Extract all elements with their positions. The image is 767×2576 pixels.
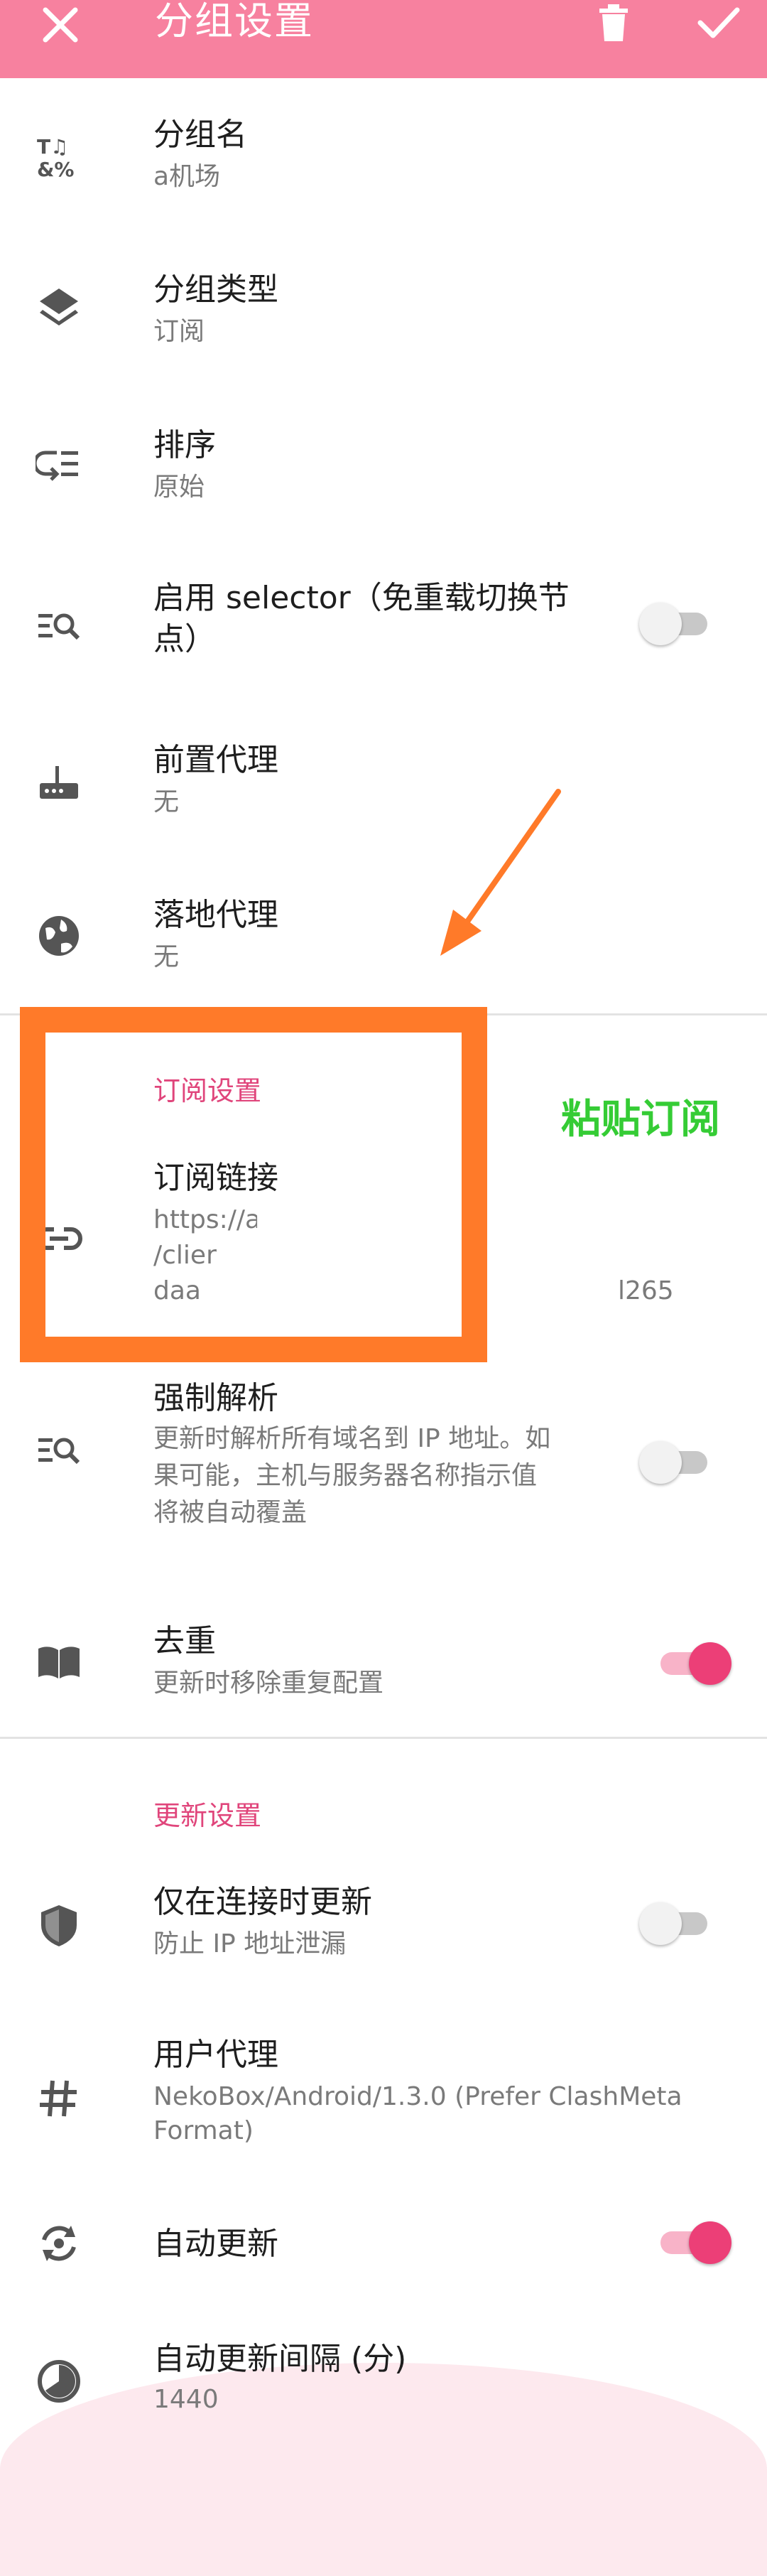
user-agent-line-1: NekoBox/Android/1.3.0 (Prefer ClashMeta [153, 2082, 682, 2111]
auto-update-interval-item[interactable]: 自动更新间隔 (分) 1440 [0, 2338, 767, 2459]
globe-icon [39, 916, 79, 956]
redaction-overlay [490, 1272, 611, 1329]
hash-icon [40, 2080, 77, 2117]
router-icon [40, 766, 78, 799]
sort-icon [36, 451, 78, 481]
item-title: 启用 selector（免重载切换节 [153, 580, 570, 616]
update-when-connected-toggle[interactable] [639, 1898, 710, 1948]
link-line-tail: l265 [618, 1276, 674, 1305]
dedup-item[interactable]: 去重 更新时移除重复配置 [0, 1613, 767, 1741]
svg-text:T♫: T♫ [37, 135, 68, 158]
auto-update-item[interactable]: 自动更新 [0, 2217, 767, 2317]
close-icon[interactable] [36, 3, 85, 53]
item-subtitle: 订阅 [153, 317, 205, 346]
group-name-item[interactable]: T♫ &% 分组名 a机场 [0, 107, 767, 249]
group-type-item[interactable]: 分组类型 订阅 [0, 262, 767, 404]
item-subtitle: 原始 [153, 473, 205, 502]
item-title-cont: 点） [153, 621, 216, 657]
item-title: 强制解析 [153, 1380, 278, 1416]
update-when-connected-item[interactable]: 仅在连接时更新 防止 IP 地址泄漏 [0, 1880, 767, 2022]
trash-icon[interactable] [592, 1, 635, 44]
landing-proxy-item[interactable]: 落地代理 无 [0, 887, 767, 1015]
shield-icon [41, 1905, 77, 1946]
item-subtitle: 1440 [153, 2385, 219, 2414]
search-list-icon [38, 1438, 80, 1465]
annotation-label: 粘贴订阅 [561, 1096, 720, 1143]
selector-item[interactable]: 启用 selector（免重载切换节 点） [0, 576, 767, 718]
auto-update-toggle[interactable] [653, 2217, 731, 2267]
user-agent-item[interactable]: 用户代理 NekoBox/Android/1.3.0 (Prefer Clash… [0, 2032, 767, 2174]
layers-icon [40, 289, 78, 325]
dedup-toggle[interactable] [653, 1638, 731, 1688]
item-desc-3: 将被自动覆盖 [153, 1498, 308, 1527]
item-title: 自动更新间隔 (分) [153, 2341, 407, 2377]
item-desc-1: 更新时解析所有域名到 IP 地址。如 [153, 1424, 551, 1453]
item-title: 排序 [153, 427, 216, 463]
timer-icon [38, 2360, 80, 2403]
item-title: 落地代理 [153, 897, 278, 933]
item-title: 前置代理 [153, 742, 278, 778]
page-title: 分组设置 [155, 0, 314, 43]
book-icon [38, 1647, 80, 1678]
svg-text:&%: &% [37, 158, 74, 180]
item-title: 用户代理 [153, 2037, 278, 2073]
selector-toggle[interactable] [639, 598, 710, 648]
force-resolve-item[interactable]: 强制解析 更新时解析所有域名到 IP 地址。如 果可能，主机与服务器名称指示值 … [0, 1379, 767, 1563]
annotation-arrow [440, 789, 561, 956]
item-subtitle: 更新时移除重复配置 [153, 1669, 384, 1698]
search-list-icon [38, 613, 80, 640]
item-subtitle: 无 [153, 942, 180, 971]
item-subtitle: 防止 IP 地址泄漏 [153, 1929, 347, 1958]
annotation-box [20, 1007, 487, 1362]
item-subtitle: a机场 [153, 162, 221, 191]
divider [0, 1737, 767, 1739]
text-format-icon: T♫ &% [37, 135, 74, 180]
item-title: 分组名 [153, 117, 247, 153]
item-subtitle: 无 [153, 787, 180, 817]
item-desc-2: 果可能，主机与服务器名称指示值 [153, 1461, 538, 1490]
front-proxy-item[interactable]: 前置代理 无 [0, 732, 767, 874]
sync-icon [42, 2226, 76, 2261]
force-resolve-toggle[interactable] [639, 1437, 710, 1487]
item-title: 仅在连接时更新 [153, 1884, 372, 1920]
user-agent-line-2: Format) [153, 2116, 254, 2145]
sort-item[interactable]: 排序 原始 [0, 417, 767, 559]
item-title: 自动更新 [153, 2226, 278, 2262]
item-title: 去重 [153, 1623, 216, 1659]
item-title: 分组类型 [153, 271, 278, 308]
check-icon[interactable] [693, 1, 743, 51]
app-bar: 分组设置 [0, 0, 767, 78]
section-update: 更新设置 [153, 1800, 262, 1831]
